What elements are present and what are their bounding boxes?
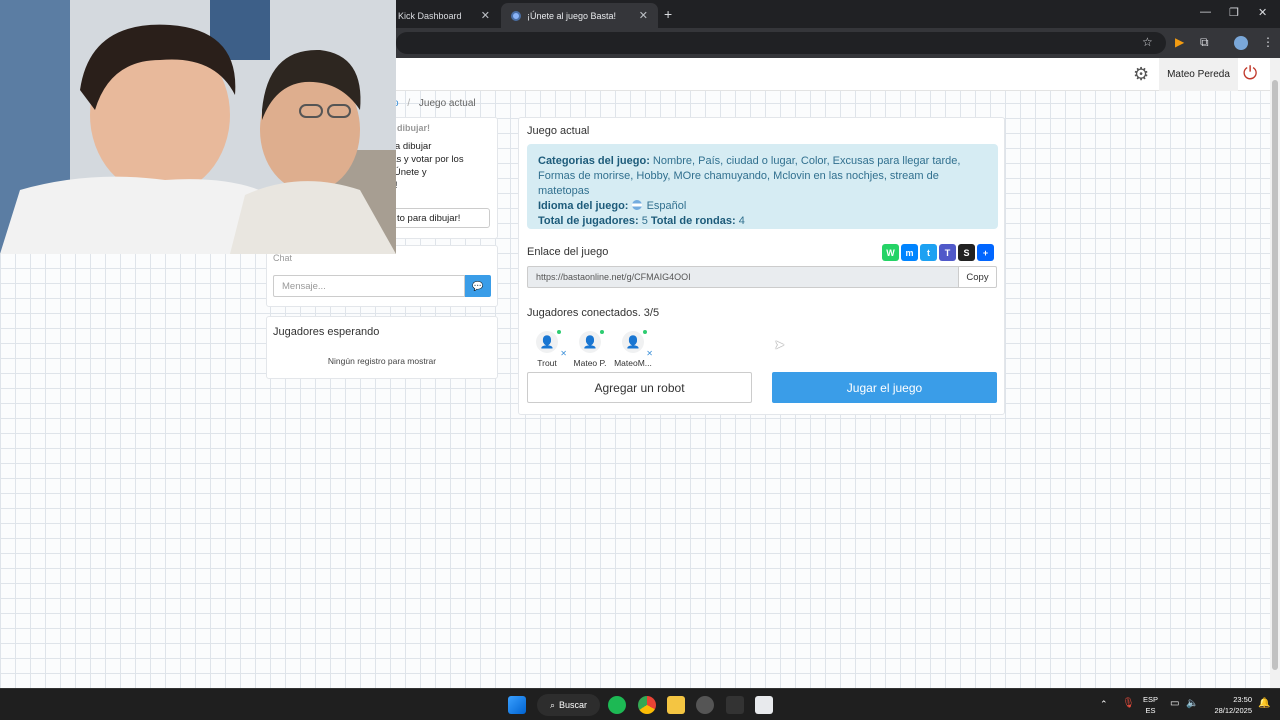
search-icon: ⌕ bbox=[549, 699, 556, 710]
close-window-icon[interactable]: ✕ bbox=[1258, 6, 1267, 19]
user-menu[interactable]: Mateo Pereda bbox=[1159, 58, 1238, 91]
player-item[interactable]: 👤 ✕ Trout bbox=[527, 330, 567, 368]
categories-row: Categorias del juego: Nombre, País, ciud… bbox=[538, 154, 987, 199]
chevron-up-icon[interactable]: ⌃ bbox=[1100, 699, 1108, 710]
online-indicator bbox=[600, 330, 604, 334]
new-tab-icon[interactable]: + bbox=[664, 6, 672, 22]
add-robot-button[interactable]: Agregar un robot bbox=[527, 372, 752, 403]
star-icon[interactable]: ☆ bbox=[1142, 35, 1153, 49]
scrollbar-thumb[interactable] bbox=[1272, 80, 1278, 670]
argentina-flag-icon bbox=[631, 200, 642, 210]
language-indicator[interactable]: ESP ES bbox=[1143, 694, 1158, 716]
twitter-icon[interactable]: t bbox=[920, 244, 937, 261]
send-message-button[interactable]: 💬 bbox=[465, 275, 491, 297]
profile-avatar[interactable] bbox=[1234, 36, 1248, 50]
player-item[interactable]: 👤 Mateo P. bbox=[570, 330, 610, 368]
clock[interactable]: 23:50 28/12/2025 bbox=[1208, 694, 1252, 716]
breadcrumb-current: Juego actual bbox=[418, 98, 476, 109]
puzzle-icon[interactable]: ⧉ bbox=[1200, 35, 1209, 50]
tab-label: ¡Únete al juego Basta! bbox=[527, 10, 617, 21]
remove-player-icon[interactable]: ✕ bbox=[560, 349, 567, 358]
volume-icon[interactable]: 🔈 bbox=[1186, 698, 1198, 709]
rounds-total-label: Total de rondas: bbox=[650, 215, 736, 227]
time: 23:50 bbox=[1233, 695, 1252, 704]
instructions-title: dibujar! bbox=[397, 123, 430, 133]
messenger-icon[interactable]: m bbox=[901, 244, 918, 261]
page-scrollbar[interactable] bbox=[1270, 58, 1280, 688]
file-explorer-icon[interactable] bbox=[667, 696, 685, 714]
microphone-icon[interactable]: 🎙 bbox=[1122, 698, 1135, 709]
player-name: Mateo P. bbox=[573, 358, 607, 368]
player-name: MateoM... bbox=[614, 358, 652, 368]
snapchat-icon[interactable]: S bbox=[958, 244, 975, 261]
connected-players-label: Jugadores conectados. 3/5 bbox=[527, 307, 660, 319]
webcam-overlay bbox=[0, 0, 396, 254]
whatsapp-icon[interactable]: W bbox=[882, 244, 899, 261]
spotify-icon[interactable] bbox=[608, 696, 626, 714]
game-title: Juego actual bbox=[527, 125, 590, 137]
remove-player-icon[interactable]: ✕ bbox=[646, 349, 653, 358]
share-buttons: W m t T S + bbox=[882, 244, 994, 261]
online-indicator bbox=[643, 330, 647, 334]
tab-basta[interactable]: ¡Únete al juego Basta! ✕ bbox=[501, 3, 658, 28]
chat-label: Chat bbox=[273, 253, 293, 263]
notification-icon[interactable]: 🔔 bbox=[1258, 698, 1270, 709]
waiting-players-empty: Ningún registro para mostrar bbox=[327, 356, 437, 366]
waiting-players-title: Jugadores esperando bbox=[273, 326, 380, 338]
language-code: ESP bbox=[1143, 695, 1159, 704]
notepad-icon[interactable] bbox=[755, 696, 773, 714]
search-label: Buscar bbox=[559, 700, 588, 710]
players-total-label: Total de jugadores: bbox=[538, 215, 639, 227]
categories-label: Categorias del juego: bbox=[538, 155, 650, 167]
close-icon[interactable]: ✕ bbox=[639, 9, 648, 22]
chat-message-input[interactable]: Mensaje... bbox=[273, 275, 465, 297]
more-icon[interactable]: ⋮ bbox=[1262, 35, 1274, 49]
language-label: Idioma del juego: bbox=[538, 200, 629, 212]
game-info-box: Categorias del juego: Nombre, País, ciud… bbox=[527, 144, 998, 229]
power-icon[interactable]: ⏻ bbox=[1243, 63, 1257, 84]
minimize-icon[interactable]: — bbox=[1200, 6, 1211, 18]
windows-taskbar: ⌕ Buscar ⌃ 🎙 ESP ES ▭ 🔈 23:50 28/12/2025… bbox=[0, 688, 1280, 720]
language-row: Idioma del juego: Español bbox=[538, 199, 987, 214]
user-star-icon: 👤 bbox=[579, 330, 604, 353]
mouse-cursor: ➤ bbox=[774, 337, 785, 352]
date: 28/12/2025 bbox=[1214, 706, 1252, 715]
breadcrumb: vo / Juego actual bbox=[388, 98, 476, 109]
breadcrumb-separator: / bbox=[407, 98, 411, 109]
windows-start-icon[interactable] bbox=[508, 696, 526, 714]
game-link-label: Enlace del juego bbox=[527, 246, 609, 258]
play-game-button[interactable]: Jugar el juego bbox=[772, 372, 997, 403]
plus-icon[interactable]: + bbox=[977, 244, 994, 261]
totals-row: Total de jugadores: 5 Total de rondas: 4 bbox=[538, 214, 987, 229]
network-icon[interactable]: ▭ bbox=[1170, 698, 1179, 709]
chrome-icon[interactable] bbox=[638, 696, 656, 714]
restore-icon[interactable]: ❐ bbox=[1229, 6, 1239, 19]
obs-icon[interactable] bbox=[696, 696, 714, 714]
app-icon[interactable] bbox=[726, 696, 744, 714]
player-item[interactable]: 👤 ✕ MateoM... bbox=[613, 330, 653, 368]
tab-label: Kick Dashboard bbox=[398, 10, 462, 21]
language-value: Español bbox=[646, 200, 687, 212]
user-icon: 👤 bbox=[622, 330, 647, 353]
globe-icon bbox=[511, 10, 521, 21]
user-outline-icon: 👤 bbox=[536, 330, 561, 353]
chat-bubble-icon: 💬 bbox=[472, 280, 484, 291]
extension-play-icon[interactable]: ▶ bbox=[1175, 35, 1184, 49]
tab-kick-dashboard[interactable]: Kick Dashboard ✕ bbox=[388, 3, 500, 28]
gear-icon[interactable]: ⚙ bbox=[1133, 64, 1149, 85]
taskbar-search[interactable]: ⌕ Buscar bbox=[537, 694, 600, 716]
online-indicator bbox=[557, 330, 561, 334]
players-total-value: 5 bbox=[641, 215, 648, 227]
game-link-input[interactable]: https://bastaonline.net/g/CFMAIG4OOI bbox=[527, 266, 959, 288]
webcam-image bbox=[0, 0, 396, 254]
url-input[interactable] bbox=[396, 32, 1166, 54]
player-name: Trout bbox=[537, 358, 557, 368]
copy-button[interactable]: Copy bbox=[958, 266, 997, 288]
teams-icon[interactable]: T bbox=[939, 244, 956, 261]
keyboard-code: ES bbox=[1145, 706, 1156, 715]
close-icon[interactable]: ✕ bbox=[481, 9, 490, 22]
rounds-total-value: 4 bbox=[738, 215, 745, 227]
